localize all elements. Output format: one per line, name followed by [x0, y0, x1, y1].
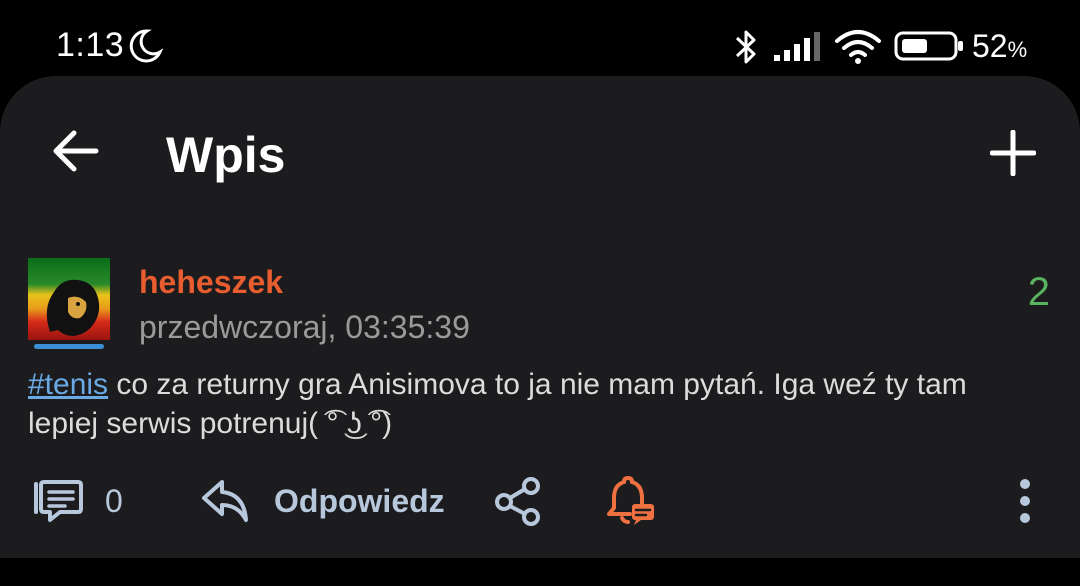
share-icon[interactable] — [494, 476, 542, 531]
avatar[interactable] — [28, 258, 110, 340]
vote-count[interactable]: 2 — [1028, 270, 1050, 315]
bottom-gap — [0, 558, 1080, 586]
username[interactable]: heheszek — [139, 264, 283, 301]
signal-icon — [772, 31, 822, 68]
comments-count[interactable]: 0 — [105, 483, 123, 520]
more-options-icon[interactable] — [1018, 478, 1032, 529]
battery-percent: 52% — [972, 28, 1028, 64]
status-time: 1:13 — [56, 26, 125, 64]
entry-text: co za returny gra Anisimova to ja nie ma… — [28, 368, 967, 440]
tag-link[interactable]: #tenis — [28, 368, 108, 401]
arrow-left-icon[interactable] — [50, 128, 100, 179]
bluetooth-icon — [733, 28, 759, 71]
battery-icon — [894, 31, 966, 66]
bell-notification-icon[interactable] — [604, 475, 658, 531]
timestamp: przedwczoraj, 03:35:39 — [139, 309, 470, 345]
wifi-icon — [834, 29, 882, 70]
reply-button[interactable]: Odpowiedz — [274, 483, 445, 520]
comments-icon[interactable] — [30, 478, 84, 529]
entry-body: #tenis co za returny gra Anisimova to ja… — [28, 365, 1028, 443]
status-bar: 1:13 52% — [0, 0, 1080, 80]
plus-icon[interactable] — [989, 129, 1037, 181]
reply-icon[interactable] — [200, 478, 250, 529]
page-title: Wpis — [166, 127, 286, 183]
avatar-status-bar — [34, 344, 104, 349]
moon-icon — [127, 28, 164, 69]
